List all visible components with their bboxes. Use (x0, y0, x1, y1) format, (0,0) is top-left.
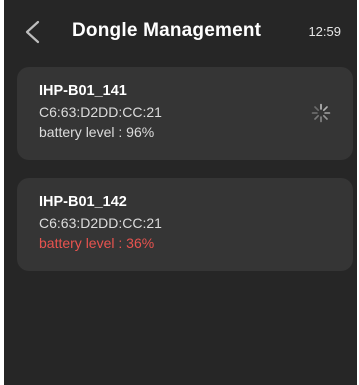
dongle-battery-level: battery level : 96% (39, 124, 155, 140)
dongle-management-screen: Dongle Management 12:59 IHP-B01_141 C6:6… (0, 0, 359, 385)
chevron-left-icon[interactable] (22, 20, 44, 44)
dongle-battery-level-warning: battery level : 36% (39, 235, 155, 251)
dongle-mac-address: C6:63:D2DD:CC:21 (39, 104, 162, 120)
dongle-name: IHP-B01_142 (39, 194, 127, 210)
loading-spinner-icon (311, 103, 331, 123)
header-bar: Dongle Management 12:59 (0, 0, 359, 62)
dongle-card[interactable]: IHP-B01_141 C6:63:D2DD:CC:21 battery lev… (17, 67, 353, 160)
dongle-card[interactable]: IHP-B01_142 C6:63:D2DD:CC:21 battery lev… (17, 178, 353, 271)
clock-time: 12:59 (308, 24, 341, 39)
page-title: Dongle Management (72, 20, 262, 41)
dongle-name: IHP-B01_141 (39, 83, 127, 99)
dongle-mac-address: C6:63:D2DD:CC:21 (39, 215, 162, 231)
